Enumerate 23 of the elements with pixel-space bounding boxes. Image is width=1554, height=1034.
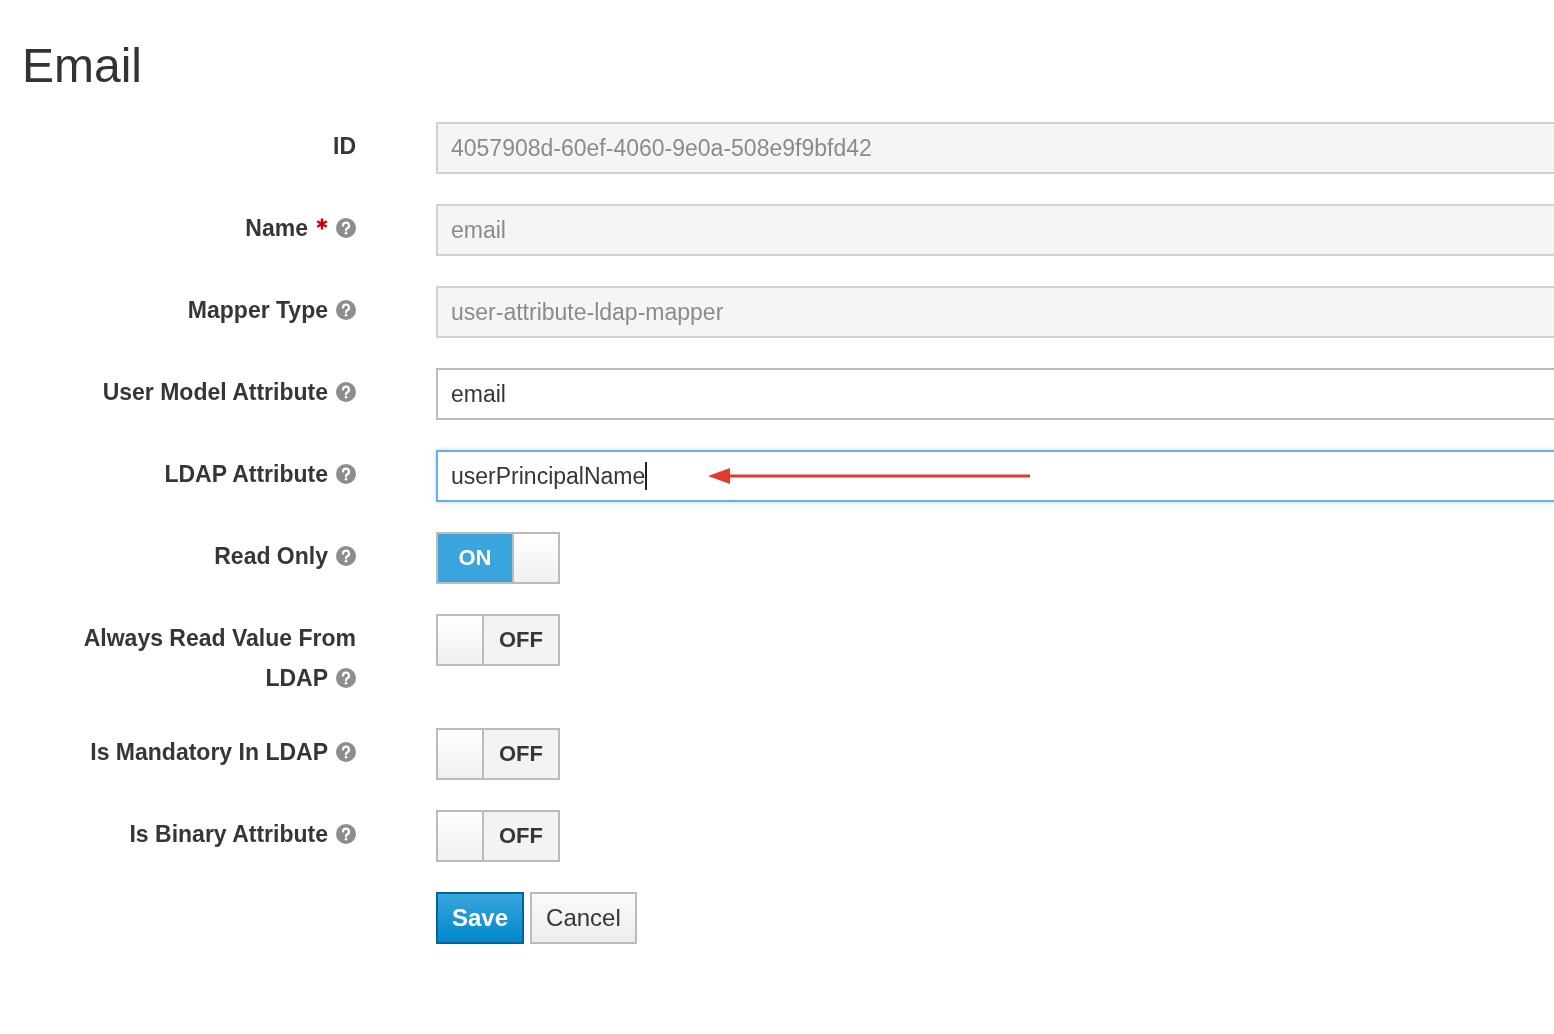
- field-label: Always Read Value From LDAP: [82, 624, 356, 693]
- field-label: LDAP Attribute: [164, 454, 356, 502]
- required-asterisk-icon: [316, 218, 328, 230]
- text-field[interactable]: email: [436, 368, 1554, 420]
- help-icon[interactable]: [336, 546, 356, 566]
- help-icon[interactable]: [336, 668, 356, 688]
- field-label: Is Mandatory In LDAP: [90, 732, 356, 780]
- toggle-switch[interactable]: OFF: [436, 614, 560, 666]
- field-label: ID: [333, 132, 356, 161]
- help-icon[interactable]: [336, 742, 356, 762]
- help-icon[interactable]: [336, 382, 356, 402]
- field-label: Name: [245, 208, 356, 256]
- toggle-switch[interactable]: OFF: [436, 728, 560, 780]
- field-label: Read Only: [214, 536, 356, 584]
- text-field[interactable]: userPrincipalName: [436, 450, 1554, 502]
- help-icon[interactable]: [336, 824, 356, 844]
- toggle-switch[interactable]: OFF: [436, 810, 560, 862]
- page-title: Email: [21, 38, 144, 94]
- cancel-button[interactable]: Cancel: [530, 892, 637, 944]
- field-label: User Model Attribute: [102, 372, 356, 420]
- help-icon[interactable]: [336, 464, 356, 484]
- field-label: Mapper Type: [187, 290, 356, 338]
- field-label: Is Binary Attribute: [129, 814, 356, 862]
